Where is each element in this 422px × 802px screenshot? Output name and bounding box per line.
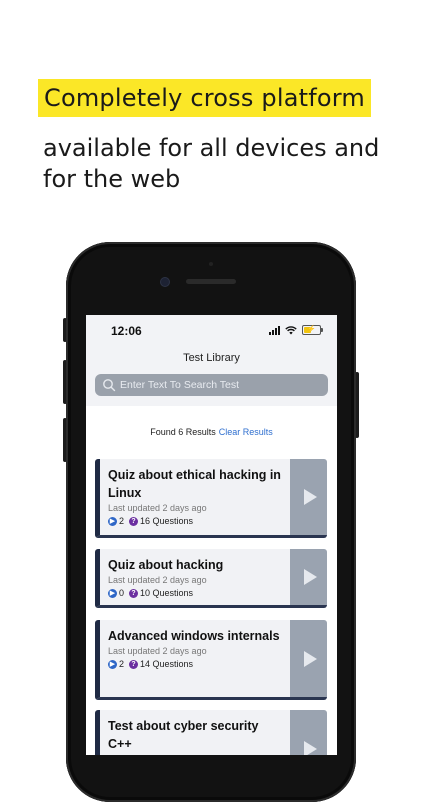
test-card[interactable]: Test about cyber security C++ bbox=[95, 710, 327, 755]
play-count: 2 bbox=[119, 516, 125, 526]
clear-results-link[interactable]: Clear Results bbox=[219, 427, 273, 437]
question-icon: ? bbox=[129, 516, 139, 526]
page-title: Test Library bbox=[183, 352, 240, 364]
front-camera-icon bbox=[161, 278, 169, 286]
results-summary: Found 6 Results Clear Results bbox=[86, 427, 337, 437]
test-card-body: Quiz about hacking Last updated 2 days a… bbox=[108, 556, 285, 598]
app-header: 12:06 ⚡ Test Library bbox=[86, 315, 337, 406]
play-icon bbox=[303, 569, 317, 585]
play-count: 2 bbox=[119, 659, 125, 669]
status-icons: ⚡ bbox=[269, 325, 323, 335]
battery-charging-icon: ⚡ bbox=[302, 325, 323, 335]
play-icon bbox=[303, 740, 317, 755]
test-card-stats: ▶ 2 ? 14 Questions bbox=[108, 659, 285, 669]
search-bar[interactable] bbox=[95, 374, 328, 396]
test-card-body: Advanced windows internals Last updated … bbox=[108, 627, 285, 669]
test-card-stats: ▶ 2 ? 16 Questions bbox=[108, 516, 285, 526]
phone-screen: 12:06 ⚡ Test Library Found 6 ResultsClea bbox=[86, 315, 337, 755]
test-card[interactable]: Quiz about hacking Last updated 2 days a… bbox=[95, 549, 327, 608]
test-card[interactable]: Quiz about ethical hacking in Linux Last… bbox=[95, 459, 327, 538]
play-icon bbox=[303, 489, 317, 505]
status-time: 12:06 bbox=[111, 324, 142, 338]
earpiece-speaker bbox=[186, 279, 236, 284]
test-card-title: Test about cyber security C++ bbox=[108, 719, 259, 751]
play-count: 0 bbox=[119, 588, 125, 598]
test-card-body: Quiz about ethical hacking in Linux Last… bbox=[108, 466, 285, 526]
start-test-button[interactable] bbox=[290, 710, 327, 755]
test-card-updated: Last updated 2 days ago bbox=[108, 575, 207, 585]
play-icon bbox=[303, 650, 317, 667]
start-test-button[interactable] bbox=[290, 549, 327, 605]
test-card-updated: Last updated 2 days ago bbox=[108, 646, 207, 656]
question-icon: ? bbox=[129, 588, 139, 598]
promo-headline: Completely cross platform bbox=[38, 79, 371, 117]
question-count: 16 Questions bbox=[140, 516, 194, 526]
start-test-button[interactable] bbox=[290, 459, 327, 535]
search-input[interactable] bbox=[120, 379, 310, 391]
play-count-icon: ▶ bbox=[108, 588, 117, 598]
promo-headline-wrap: Completely cross platform bbox=[38, 79, 371, 117]
question-count: 14 Questions bbox=[140, 659, 194, 669]
test-card-title: Advanced windows internals bbox=[108, 629, 280, 643]
test-card-updated: Last updated 2 days ago bbox=[108, 503, 207, 513]
promo-subline: available for all devices and for the we… bbox=[43, 134, 380, 193]
test-card-stats: ▶ 0 ? 10 Questions bbox=[108, 588, 285, 598]
search-icon bbox=[103, 379, 116, 392]
cellular-signal-icon bbox=[269, 325, 280, 335]
question-icon: ? bbox=[129, 659, 139, 669]
proximity-sensor bbox=[209, 262, 213, 266]
test-card-title: Quiz about ethical hacking in Linux bbox=[108, 468, 281, 500]
test-card[interactable]: Advanced windows internals Last updated … bbox=[95, 620, 327, 700]
question-count: 10 Questions bbox=[140, 588, 194, 598]
results-count: Found 6 Results bbox=[150, 427, 216, 437]
play-count-icon: ▶ bbox=[108, 516, 117, 526]
test-card-title: Quiz about hacking bbox=[108, 558, 224, 572]
wifi-icon bbox=[285, 325, 297, 334]
play-count-icon: ▶ bbox=[108, 659, 117, 669]
start-test-button[interactable] bbox=[290, 620, 327, 697]
test-card-body: Test about cyber security C++ bbox=[108, 717, 285, 753]
